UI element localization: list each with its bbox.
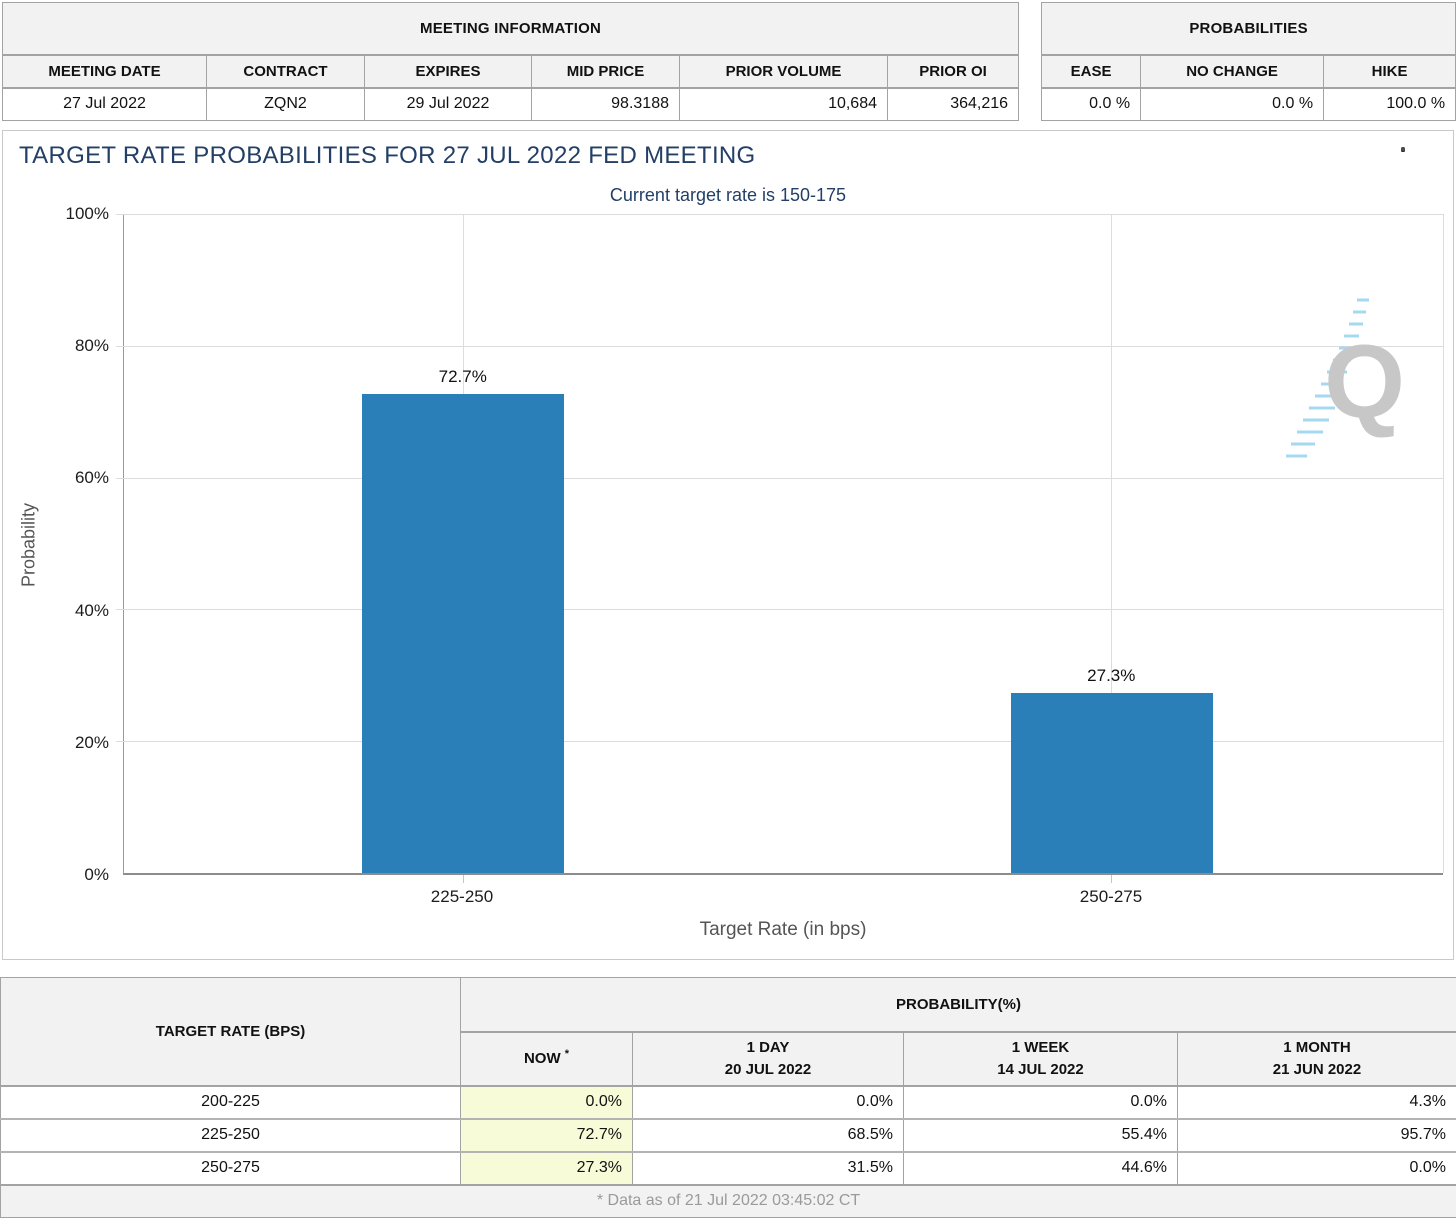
x-tickmark-1 bbox=[462, 875, 464, 883]
x-tick-225-250: 225-250 bbox=[430, 887, 494, 906]
mid-price-header: MID PRICE bbox=[531, 54, 680, 89]
y-tick-0: 0% bbox=[84, 865, 109, 884]
table-row: 225-250 72.7% 68.5% 55.4% 95.7% bbox=[0, 1117, 1456, 1152]
target-rate-chart-panel: TARGET RATE PROBABILITIES FOR 27 JUL 202… bbox=[2, 130, 1454, 960]
table-row: 250-275 27.3% 31.5% 44.6% 0.0% bbox=[0, 1150, 1456, 1185]
one-day-date: 20 JUL 2022 bbox=[724, 1060, 812, 1078]
probabilities-title: PROBABILITIES bbox=[1041, 2, 1456, 56]
probability-pct-header: PROBABILITY(%) bbox=[460, 977, 1456, 1033]
one-month-column-header: 1 MONTH 21 JUN 2022 bbox=[1177, 1031, 1456, 1087]
one-week-cell: 0.0% bbox=[903, 1084, 1178, 1119]
expires-header: EXPIRES bbox=[364, 54, 532, 89]
prior-oi-header: PRIOR OI bbox=[886, 54, 1020, 89]
quikstrike-watermark: Q bbox=[1281, 294, 1411, 484]
rate-cell: 200-225 bbox=[0, 1084, 461, 1119]
now-column-header: NOW * bbox=[460, 1031, 633, 1087]
one-month-label: 1 MONTH bbox=[1283, 1038, 1351, 1056]
plot-area: Q 72.7% 27.3% bbox=[116, 214, 1444, 883]
contract-value: ZQN2 bbox=[206, 87, 365, 121]
one-month-cell: 95.7% bbox=[1177, 1117, 1456, 1152]
now-cell: 27.3% bbox=[460, 1150, 633, 1185]
one-week-date: 14 JUL 2022 bbox=[997, 1060, 1084, 1078]
probabilities-summary-table: PROBABILITIES EASE NO CHANGE HIKE 0.0 % … bbox=[1041, 2, 1456, 121]
one-day-cell: 68.5% bbox=[632, 1117, 904, 1152]
hike-header: HIKE bbox=[1323, 54, 1456, 89]
one-day-column-header: 1 DAY 20 JUL 2022 bbox=[632, 1031, 904, 1087]
meeting-information-table: MEETING INFORMATION MEETING DATE CONTRAC… bbox=[1, 2, 1020, 121]
expires-value: 29 Jul 2022 bbox=[364, 87, 532, 121]
bar-value-label: 27.3% bbox=[1087, 666, 1136, 686]
hike-value: 100.0 % bbox=[1323, 87, 1456, 121]
gridline-60 bbox=[116, 477, 1443, 479]
no-change-header: NO CHANGE bbox=[1140, 54, 1325, 89]
watermark-dashes bbox=[1286, 298, 1369, 458]
x-tickmark-2 bbox=[1111, 875, 1113, 883]
now-asterisk: * bbox=[564, 1048, 570, 1061]
top-summary-tables: MEETING INFORMATION MEETING DATE CONTRAC… bbox=[1, 2, 1456, 121]
y-tick-20: 20% bbox=[74, 733, 109, 752]
one-week-cell: 55.4% bbox=[903, 1117, 1178, 1152]
meeting-date-header: MEETING DATE bbox=[2, 54, 207, 89]
now-label: NOW bbox=[523, 1050, 561, 1068]
prior-volume-header: PRIOR VOLUME bbox=[679, 54, 888, 89]
now-cell: 0.0% bbox=[460, 1084, 633, 1119]
gridline-80 bbox=[116, 345, 1443, 347]
bar-value-label: 72.7% bbox=[438, 366, 487, 386]
probability-history-table: TARGET RATE (BPS) PROBABILITY(%) NOW * 1… bbox=[0, 977, 1456, 1218]
rate-cell: 225-250 bbox=[0, 1117, 461, 1152]
one-week-column-header: 1 WEEK 14 JUL 2022 bbox=[903, 1031, 1178, 1087]
mid-price-value: 98.3188 bbox=[531, 87, 680, 121]
one-month-cell: 4.3% bbox=[1177, 1084, 1456, 1119]
x-tick-250-275: 250-275 bbox=[1079, 887, 1143, 906]
one-week-cell: 44.6% bbox=[903, 1150, 1178, 1185]
one-week-label: 1 WEEK bbox=[1011, 1038, 1070, 1056]
one-month-cell: 0.0% bbox=[1177, 1150, 1456, 1185]
y-tick-40: 40% bbox=[74, 601, 109, 620]
chart-title: TARGET RATE PROBABILITIES FOR 27 JUL 202… bbox=[19, 142, 756, 169]
one-day-label: 1 DAY bbox=[746, 1038, 790, 1056]
x-axis-title: Target Rate (in bps) bbox=[699, 919, 867, 940]
y-axis-title: Probability bbox=[18, 502, 39, 587]
y-tick-80: 80% bbox=[74, 336, 109, 355]
prior-volume-value: 10,684 bbox=[679, 87, 888, 121]
menu-bar bbox=[1401, 147, 1406, 152]
one-day-cell: 0.0% bbox=[632, 1084, 904, 1119]
ease-value: 0.0 % bbox=[1041, 87, 1142, 121]
data-as-of-footnote: * Data as of 21 Jul 2022 03:45:02 CT bbox=[0, 1183, 1456, 1218]
meeting-date-value: 27 Jul 2022 bbox=[2, 87, 207, 121]
one-day-cell: 31.5% bbox=[632, 1150, 904, 1185]
gridline-20 bbox=[116, 741, 1443, 743]
table-row: 200-225 0.0% 0.0% 0.0% 4.3% bbox=[0, 1084, 1456, 1119]
chart-subtitle: Current target rate is 150-175 bbox=[609, 185, 847, 205]
y-tick-100: 100% bbox=[65, 204, 109, 223]
plot-right-border bbox=[1443, 214, 1444, 873]
y-tick-60: 60% bbox=[74, 468, 109, 487]
ease-header: EASE bbox=[1041, 54, 1142, 89]
gridline-100 bbox=[116, 214, 1443, 215]
now-cell: 72.7% bbox=[460, 1117, 633, 1152]
no-change-value: 0.0 % bbox=[1140, 87, 1325, 121]
meeting-information-title: MEETING INFORMATION bbox=[1, 2, 1020, 56]
contract-header: CONTRACT bbox=[206, 54, 365, 89]
one-month-date: 21 JUN 2022 bbox=[1272, 1060, 1362, 1078]
target-rate-bps-header: TARGET RATE (BPS) bbox=[0, 977, 461, 1087]
prior-oi-value: 364,216 bbox=[886, 87, 1020, 121]
probability-bar-250-275 bbox=[1011, 693, 1214, 873]
gridline-40 bbox=[116, 609, 1443, 611]
probability-bar-225-250 bbox=[362, 393, 565, 873]
rate-cell: 250-275 bbox=[0, 1150, 461, 1185]
